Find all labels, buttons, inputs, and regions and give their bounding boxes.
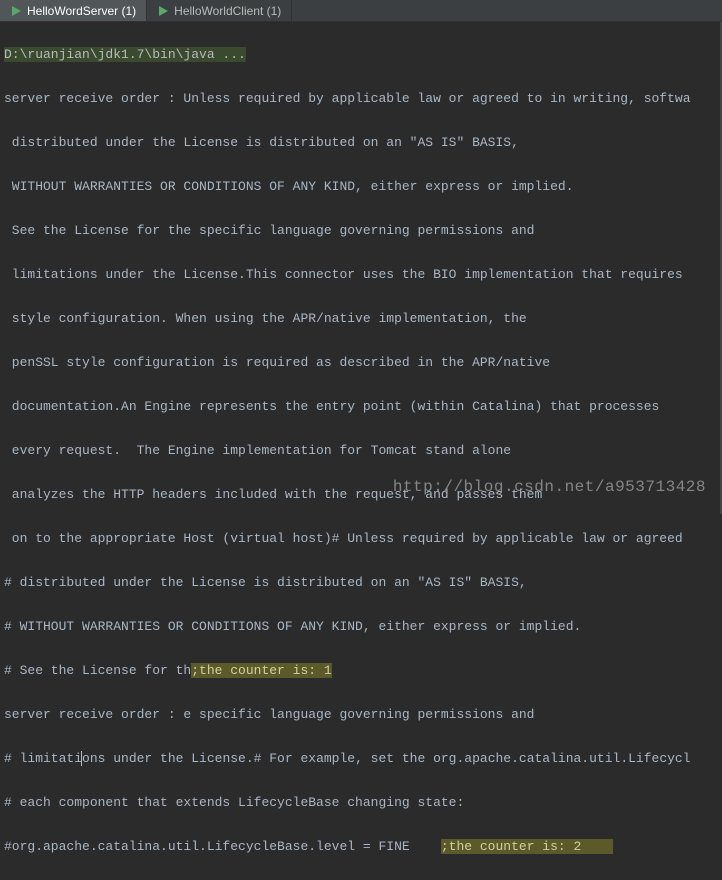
tab-server[interactable]: HelloWordServer (1) bbox=[0, 0, 147, 21]
tab-label: HelloWordServer (1) bbox=[27, 4, 136, 18]
run-icon bbox=[157, 5, 169, 17]
console-line: limitations under the License.This conne… bbox=[4, 264, 722, 286]
console-line: server receive order : e specific langua… bbox=[4, 704, 722, 726]
console-line: # distributed under the License is distr… bbox=[4, 572, 722, 594]
watermark-text: http://blog.csdn.net/a953713428 bbox=[393, 478, 706, 496]
console-line: # limitations under the License.# For ex… bbox=[4, 748, 722, 770]
console-line: # See the License for th;the counter is:… bbox=[4, 660, 722, 682]
console-line: WITHOUT WARRANTIES OR CONDITIONS OF ANY … bbox=[4, 176, 722, 198]
console-line: penSSL style configuration is required a… bbox=[4, 352, 722, 374]
tab-client[interactable]: HelloWorldClient (1) bbox=[147, 0, 292, 21]
console-output[interactable]: D:\ruanjian\jdk1.7\bin\java ... server r… bbox=[0, 22, 722, 880]
console-line: documentation.An Engine represents the e… bbox=[4, 396, 722, 418]
highlighted-text: ;the counter is: 1 bbox=[191, 663, 331, 678]
console-line: # each component that extends LifecycleB… bbox=[4, 792, 722, 814]
run-icon bbox=[10, 5, 22, 17]
console-line: every request. The Engine implementation… bbox=[4, 440, 722, 462]
console-line: server receive order : Unless required b… bbox=[4, 88, 722, 110]
console-line: distributed under the License is distrib… bbox=[4, 132, 722, 154]
console-line: D:\ruanjian\jdk1.7\bin\java ... bbox=[4, 44, 722, 66]
console-line: #org.apache.catalina.util.LifecycleBase.… bbox=[4, 836, 722, 858]
console-tab-bar: HelloWordServer (1) HelloWorldClient (1) bbox=[0, 0, 722, 22]
highlighted-text: ;the counter is: 2 bbox=[441, 839, 613, 854]
console-line: on to the appropriate Host (virtual host… bbox=[4, 528, 722, 550]
command-line: D:\ruanjian\jdk1.7\bin\java ... bbox=[4, 47, 246, 62]
console-line: style configuration. When using the APR/… bbox=[4, 308, 722, 330]
console-line: See the License for the specific languag… bbox=[4, 220, 722, 242]
tab-label: HelloWorldClient (1) bbox=[174, 4, 281, 18]
console-line: # WITHOUT WARRANTIES OR CONDITIONS OF AN… bbox=[4, 616, 722, 638]
